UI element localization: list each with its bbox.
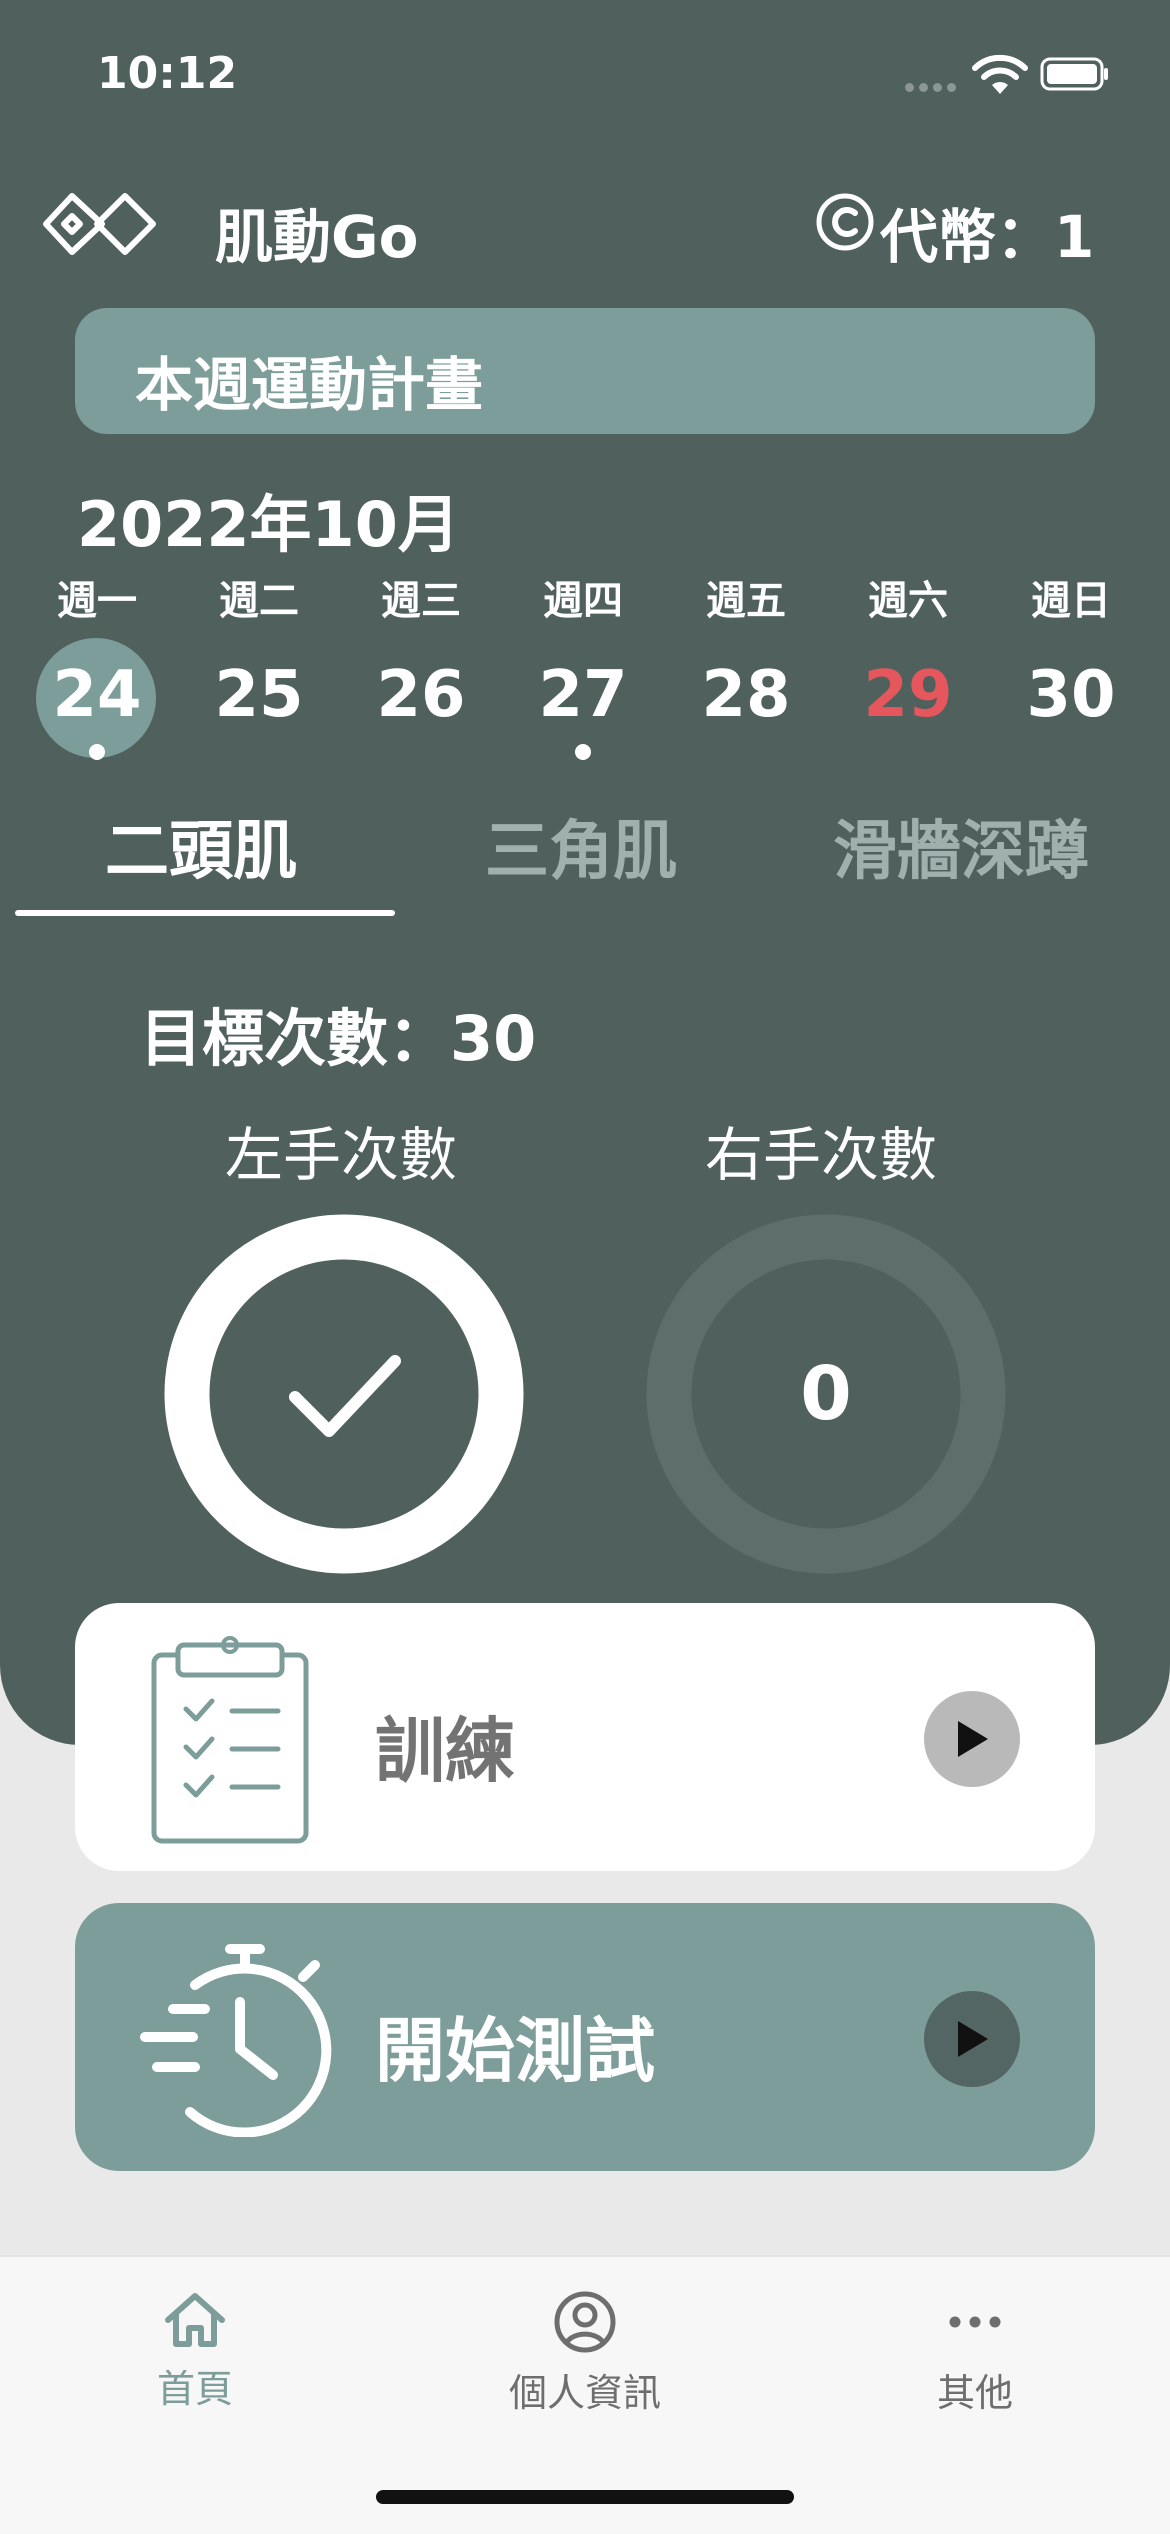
weekday-label: 週四	[543, 578, 623, 624]
weekly-plan-title: 本週運動計畫	[135, 351, 484, 419]
calendar-day[interactable]: 28	[676, 658, 816, 732]
weekday-label: 週日	[1031, 578, 1111, 624]
target-reps: 目標次數：30	[140, 1002, 537, 1075]
nav-more-label: 其他	[936, 2371, 1013, 2415]
user-circle-icon	[554, 2291, 616, 2353]
start-test-card[interactable]: 開始測試	[75, 1903, 1095, 2171]
nav-home[interactable]: 首頁	[65, 2290, 325, 2413]
wifi-icon	[972, 54, 1028, 94]
calendar-day[interactable]: 27	[513, 658, 653, 732]
calendar-day[interactable]: 24	[27, 658, 167, 732]
home-icon	[165, 2293, 225, 2347]
scheduled-dot-indicator	[89, 744, 105, 760]
status-time: 10:12	[97, 48, 238, 99]
nav-more[interactable]: 其他	[845, 2290, 1105, 2417]
nav-profile-label: 個人資訊	[508, 2371, 661, 2415]
weekday-label: 週六	[868, 578, 948, 624]
weekday-label: 週三	[381, 578, 461, 624]
cellular-signal-icon	[905, 77, 961, 96]
scheduled-dot-indicator	[575, 744, 591, 760]
calendar-day[interactable]: 30	[1001, 658, 1141, 732]
coin-icon	[816, 193, 874, 251]
coin-balance: 代幣：1	[880, 203, 1095, 271]
left-hand-label: 左手次數	[225, 1121, 458, 1189]
weekday-label: 週一	[57, 578, 137, 624]
calendar-day[interactable]: 25	[189, 658, 329, 732]
left-hand-progress-ring	[164, 1214, 524, 1574]
active-tab-indicator	[15, 910, 395, 916]
calendar-month: 2022年10月	[77, 488, 460, 561]
tab-deltoids[interactable]: 三角肌	[485, 800, 677, 892]
training-play-button[interactable]	[924, 1691, 1020, 1787]
start-test-label: 開始測試	[375, 2010, 655, 2092]
training-card[interactable]: 訓練	[75, 1603, 1095, 1871]
stopwatch-icon	[140, 1944, 332, 2137]
app-logo-icon	[43, 193, 156, 255]
more-icon	[949, 2316, 1001, 2328]
nav-home-label: 首頁	[156, 2367, 233, 2411]
training-label: 訓練	[375, 1710, 515, 1792]
play-icon	[958, 1721, 988, 1757]
calendar-day[interactable]: 26	[351, 658, 491, 732]
tab-biceps[interactable]: 二頭肌	[105, 800, 297, 892]
start-test-play-button[interactable]	[924, 1991, 1020, 2087]
clipboard-checklist-icon	[151, 1636, 309, 1844]
right-hand-count: 0	[800, 1351, 852, 1437]
home-indicator	[376, 2490, 794, 2504]
weekday-label: 週二	[219, 578, 299, 624]
checkmark-icon	[289, 1355, 401, 1437]
calendar-day[interactable]: 29	[838, 658, 978, 732]
tab-wall-squat[interactable]: 滑牆深蹲	[833, 800, 1089, 892]
weekday-label: 週五	[706, 578, 786, 624]
battery-icon	[1040, 57, 1108, 91]
play-icon	[958, 2021, 988, 2057]
app-title: 肌動Go	[215, 203, 419, 271]
nav-profile[interactable]: 個人資訊	[455, 2290, 715, 2417]
right-hand-label: 右手次數	[705, 1121, 938, 1189]
